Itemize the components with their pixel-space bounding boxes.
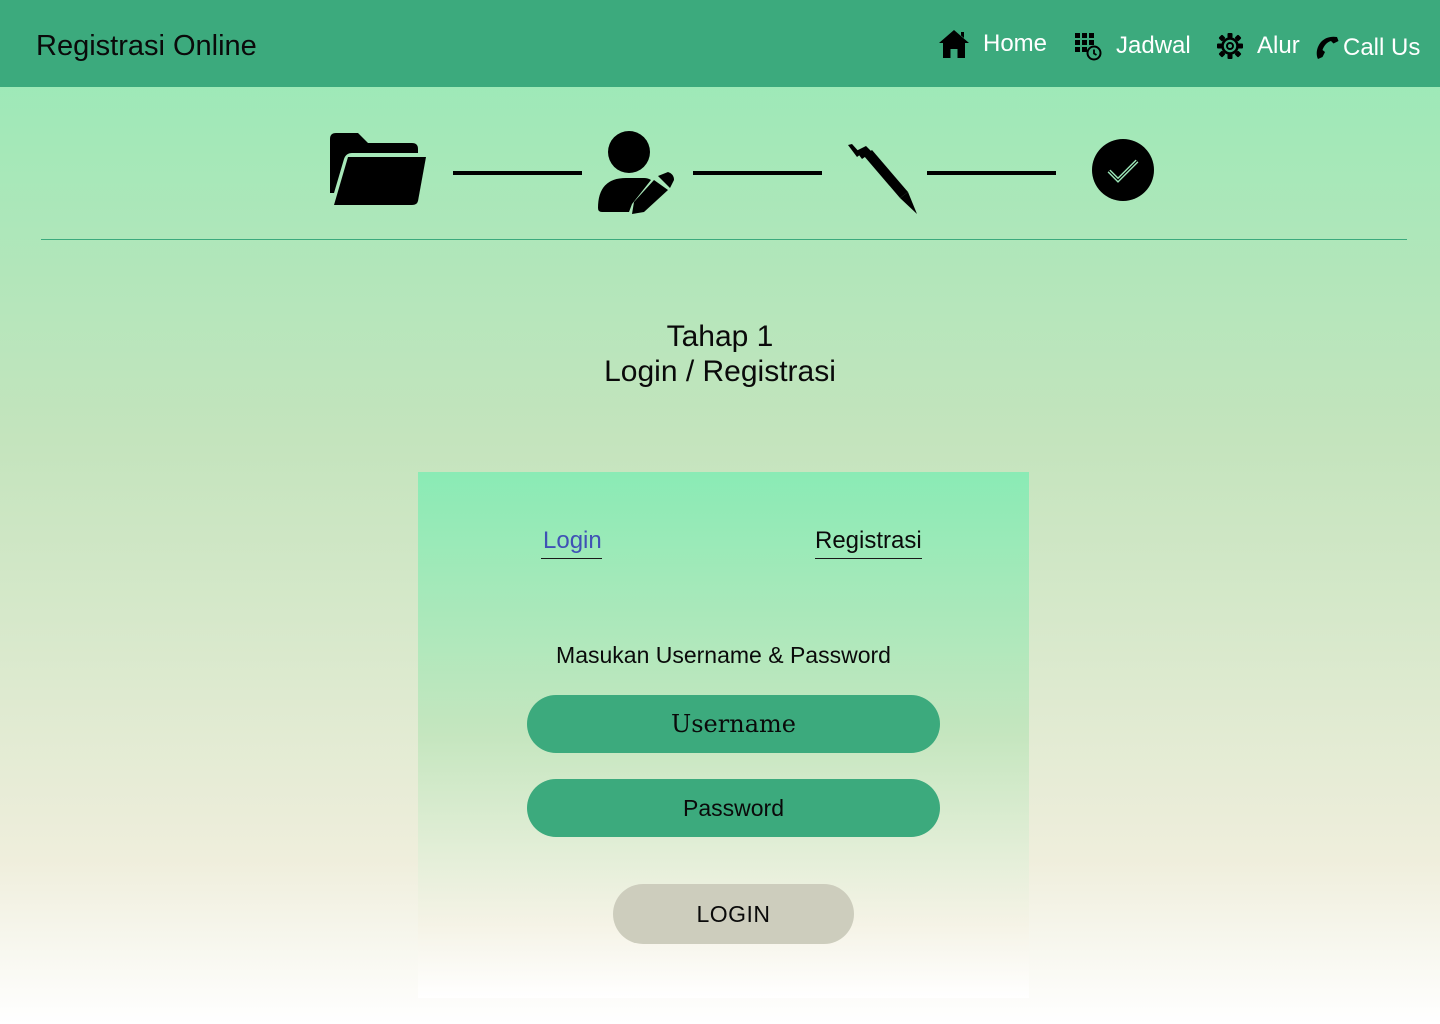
nav-alur[interactable]: Alur	[1216, 31, 1300, 61]
phone-icon	[1316, 36, 1339, 59]
step-subtitle: Login / Registrasi	[604, 355, 836, 388]
tab-registrasi[interactable]: Registrasi	[815, 526, 922, 559]
tab-login[interactable]: Login	[541, 526, 602, 559]
step-connector	[693, 171, 822, 175]
nav-home-label: Home	[983, 30, 1048, 57]
step-connector	[927, 171, 1056, 175]
form-instruction: Masukan Username & Password	[556, 642, 891, 668]
check-circle-icon	[1092, 139, 1154, 201]
nav-jadwal[interactable]: Jadwal	[1074, 31, 1191, 61]
page-heading: Tahap 1 Login / Registrasi	[0, 319, 1440, 389]
nav-home[interactable]: Home	[938, 29, 1047, 59]
nav-call-us[interactable]: Call Us	[1314, 33, 1420, 63]
step-title: Tahap 1	[666, 320, 774, 353]
username-input[interactable]	[527, 695, 940, 753]
user-edit-icon	[598, 131, 674, 214]
login-button[interactable]: LOGIN	[613, 884, 854, 944]
password-input[interactable]	[527, 779, 940, 837]
nav-alur-label: Alur	[1257, 32, 1300, 59]
brand-title[interactable]: Registrasi Online	[36, 28, 257, 64]
top-navbar: Registrasi Online Home Jadwal Alur Call …	[0, 0, 1440, 87]
schedule-icon	[1075, 33, 1102, 61]
section-divider	[41, 239, 1407, 240]
gear-icon	[1217, 33, 1243, 59]
pen-icon	[848, 144, 917, 214]
nav-jadwal-label: Jadwal	[1116, 32, 1191, 59]
folder-open-icon	[330, 133, 426, 205]
home-icon	[939, 30, 969, 58]
step-connector	[453, 171, 582, 175]
nav-call-us-label: Call Us	[1343, 34, 1421, 61]
